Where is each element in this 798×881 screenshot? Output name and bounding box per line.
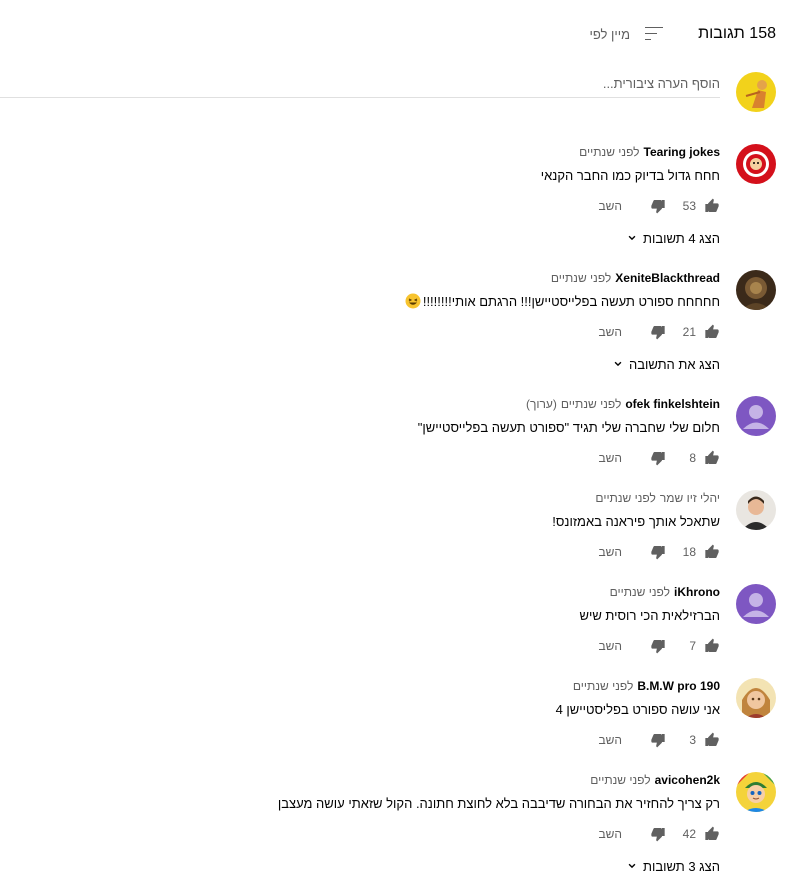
comment-author[interactable]: Tearing jokes <box>644 145 720 159</box>
dislike-icon[interactable] <box>650 450 666 466</box>
avatar[interactable] <box>736 678 776 718</box>
laughing-emoji-icon <box>405 293 421 309</box>
like-count: 53 <box>682 199 696 213</box>
sort-icon <box>645 27 664 40</box>
reply-button[interactable]: השב <box>598 733 622 747</box>
like-count: 42 <box>682 827 696 841</box>
comment-text: הברזילאית הכי רוסית שיש <box>579 608 720 623</box>
dislike-icon[interactable] <box>650 198 666 214</box>
comment-author[interactable]: יהלי זיו שמר <box>660 491 720 505</box>
view-replies-label: הצג 4 תשובות <box>642 230 720 246</box>
comment-author[interactable]: iKhrono <box>674 585 720 599</box>
reply-button[interactable]: השב <box>598 325 622 339</box>
comment-time[interactable]: לפני שנתיים <box>573 679 633 693</box>
comment-text: שתאכל אותך פיראנה באמזונס! <box>552 514 720 529</box>
dislike-icon[interactable] <box>650 544 666 560</box>
avatar[interactable] <box>736 490 776 530</box>
comment-input[interactable]: הוסף הערה ציבורית... <box>0 74 720 98</box>
like-count: 18 <box>682 545 696 559</box>
like-icon[interactable] <box>704 450 720 466</box>
like-icon[interactable] <box>704 324 720 340</box>
avatar <box>736 72 776 112</box>
comment-text: רק צריך להחזיר את הבחורה שדיבבה בלא לחוצ… <box>277 796 720 811</box>
comment-thread: XeniteBlackthread לפני שנתיים חחחחח ספורט… <box>0 270 776 372</box>
comment-thread: ofek finkelshtein לפני שנתיים (ערוך) חלום … <box>0 396 776 470</box>
avatar[interactable] <box>736 270 776 310</box>
comment-thread: B.M.W pro 190 לפני שנתיים אני עושה ספורט … <box>0 678 776 752</box>
comment-thread: יהלי זיו שמר לפני שנתיים שתאכל אותך פיראנ… <box>0 490 776 564</box>
view-replies-label: הצג 3 תשובות <box>642 858 720 874</box>
reply-button[interactable]: השב <box>598 199 622 213</box>
like-icon[interactable] <box>704 638 720 654</box>
dislike-icon[interactable] <box>650 732 666 748</box>
view-replies-button[interactable]: הצג 3 תשובות <box>278 858 720 874</box>
comment-author[interactable]: XeniteBlackthread <box>615 271 720 285</box>
dislike-icon[interactable] <box>650 638 666 654</box>
avatar[interactable] <box>736 396 776 436</box>
comment-author[interactable]: B.M.W pro 190 <box>637 679 720 693</box>
reply-button[interactable]: השב <box>598 639 622 653</box>
like-icon[interactable] <box>704 826 720 842</box>
chevron-down-icon <box>628 863 636 869</box>
avatar[interactable] <box>736 584 776 624</box>
reply-button[interactable]: השב <box>598 827 622 841</box>
comment-time[interactable]: לפני שנתיים <box>590 773 650 787</box>
view-replies-button[interactable]: הצג 4 תשובות <box>541 230 720 246</box>
comment-time[interactable]: לפני שנתיים <box>561 397 621 411</box>
comment-author[interactable]: avicohen2k <box>655 773 720 787</box>
comment-count: 158 תגובות <box>698 25 776 42</box>
like-count: 3 <box>689 733 696 747</box>
comment-text: חחחחח ספורט תעשה בפלייסטיישן!!! הרגתם או… <box>422 294 720 309</box>
reply-button[interactable]: השב <box>598 545 622 559</box>
comment-text: חלום שלי שחברה שלי תגיד "ספורט תעשה בפלי… <box>417 420 720 435</box>
like-count: 7 <box>689 639 696 653</box>
like-count: 8 <box>689 451 696 465</box>
like-count: 21 <box>682 325 696 339</box>
reply-button[interactable]: השב <box>598 451 622 465</box>
like-icon[interactable] <box>704 198 720 214</box>
chevron-down-icon <box>628 235 636 241</box>
view-replies-button[interactable]: הצג את התשובה <box>405 356 720 372</box>
sort-button[interactable]: מיין לפי <box>589 22 666 46</box>
comments-header: 158 תגובות מיין לפי <box>0 22 776 46</box>
comment-author[interactable]: ofek finkelshtein <box>625 397 720 411</box>
comment-thread: Tearing jokes לפני שנתיים חחח גדול בדיוק … <box>0 144 776 246</box>
edited-label: (ערוך) <box>525 397 557 411</box>
avatar[interactable] <box>736 144 776 184</box>
comment-text: חחח גדול בדיוק כמו החבר הקנאי <box>540 168 720 183</box>
comment-thread: iKhrono לפני שנתיים הברזילאית הכי רוסית ש… <box>0 584 776 658</box>
dislike-icon[interactable] <box>650 324 666 340</box>
comment-time[interactable]: לפני שנתיים <box>595 491 655 505</box>
chevron-down-icon <box>614 361 622 367</box>
comment-text: אני עושה ספורט בפליסטיישן 4 <box>555 702 720 717</box>
comment-time[interactable]: לפני שנתיים <box>551 271 611 285</box>
comment-time[interactable]: לפני שנתיים <box>610 585 670 599</box>
add-comment-row: הוסף הערה ציבורית... <box>0 72 776 112</box>
comment-time[interactable]: לפני שנתיים <box>579 145 639 159</box>
dislike-icon[interactable] <box>650 826 666 842</box>
like-icon[interactable] <box>704 732 720 748</box>
like-icon[interactable] <box>704 544 720 560</box>
sort-label: מיין לפי <box>589 26 631 42</box>
view-replies-label: הצג את התשובה <box>628 356 720 372</box>
comment-thread: avicohen2k לפני שנתיים רק צריך להחזיר את … <box>0 772 776 874</box>
avatar[interactable] <box>736 772 776 812</box>
